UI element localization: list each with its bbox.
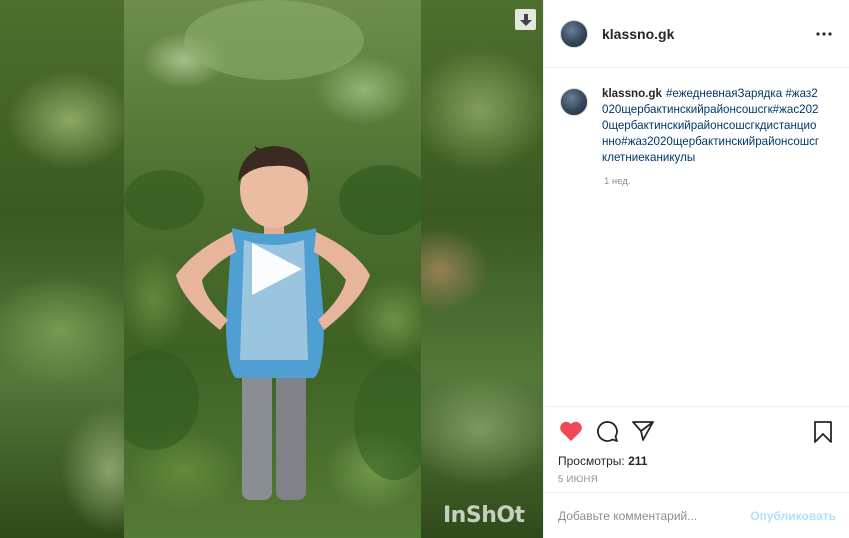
avatar[interactable]	[560, 19, 588, 48]
comment-input[interactable]	[558, 508, 751, 523]
heart-icon	[560, 421, 582, 441]
post-header: klassno.gk	[544, 0, 849, 68]
caption: klassno.gk #ежедневнаяЗарядка #жаз2020щер…	[602, 86, 822, 166]
post-comment-button[interactable]: Опубликовать	[750, 509, 836, 523]
caption-avatar[interactable]	[560, 88, 588, 116]
paper-plane-icon	[632, 421, 654, 441]
time-ago: 1 нед.	[604, 176, 631, 187]
views-number: 211	[628, 454, 648, 468]
download-arrow-icon	[519, 13, 532, 26]
username-link[interactable]: klassno.gk	[602, 26, 674, 42]
like-button[interactable]	[558, 418, 584, 444]
bookmark-icon	[814, 421, 832, 443]
more-options-icon	[816, 32, 832, 36]
caption-username-link[interactable]: klassno.gk	[602, 87, 662, 100]
download-button[interactable]	[515, 9, 536, 30]
play-button[interactable]	[248, 241, 304, 297]
post-media[interactable]: InShOt	[0, 0, 543, 538]
inshot-watermark: InShOt	[443, 503, 525, 528]
save-button[interactable]	[810, 419, 836, 445]
views-label: Просмотры:	[558, 454, 625, 468]
comment-button[interactable]	[594, 418, 620, 444]
post-details-panel: klassno.gk klassno.gk #ежедневнаяЗарядка …	[543, 0, 849, 538]
views-count[interactable]: Просмотры: 211	[558, 454, 836, 468]
comment-bubble-icon	[597, 421, 618, 442]
add-comment-form: Опубликовать	[544, 492, 849, 538]
play-icon	[252, 243, 302, 295]
post-date: 5 ИЮНЯ	[558, 474, 598, 485]
caption-row: klassno.gk #ежедневнаяЗарядка #жаз2020щер…	[560, 86, 834, 166]
action-icons-row	[558, 417, 836, 445]
share-button[interactable]	[630, 418, 656, 444]
actions-section: Просмотры: 211 5 ИЮНЯ	[544, 406, 849, 492]
more-options-button[interactable]	[812, 24, 836, 44]
comments-section: klassno.gk #ежедневнаяЗарядка #жаз2020щер…	[544, 68, 849, 406]
